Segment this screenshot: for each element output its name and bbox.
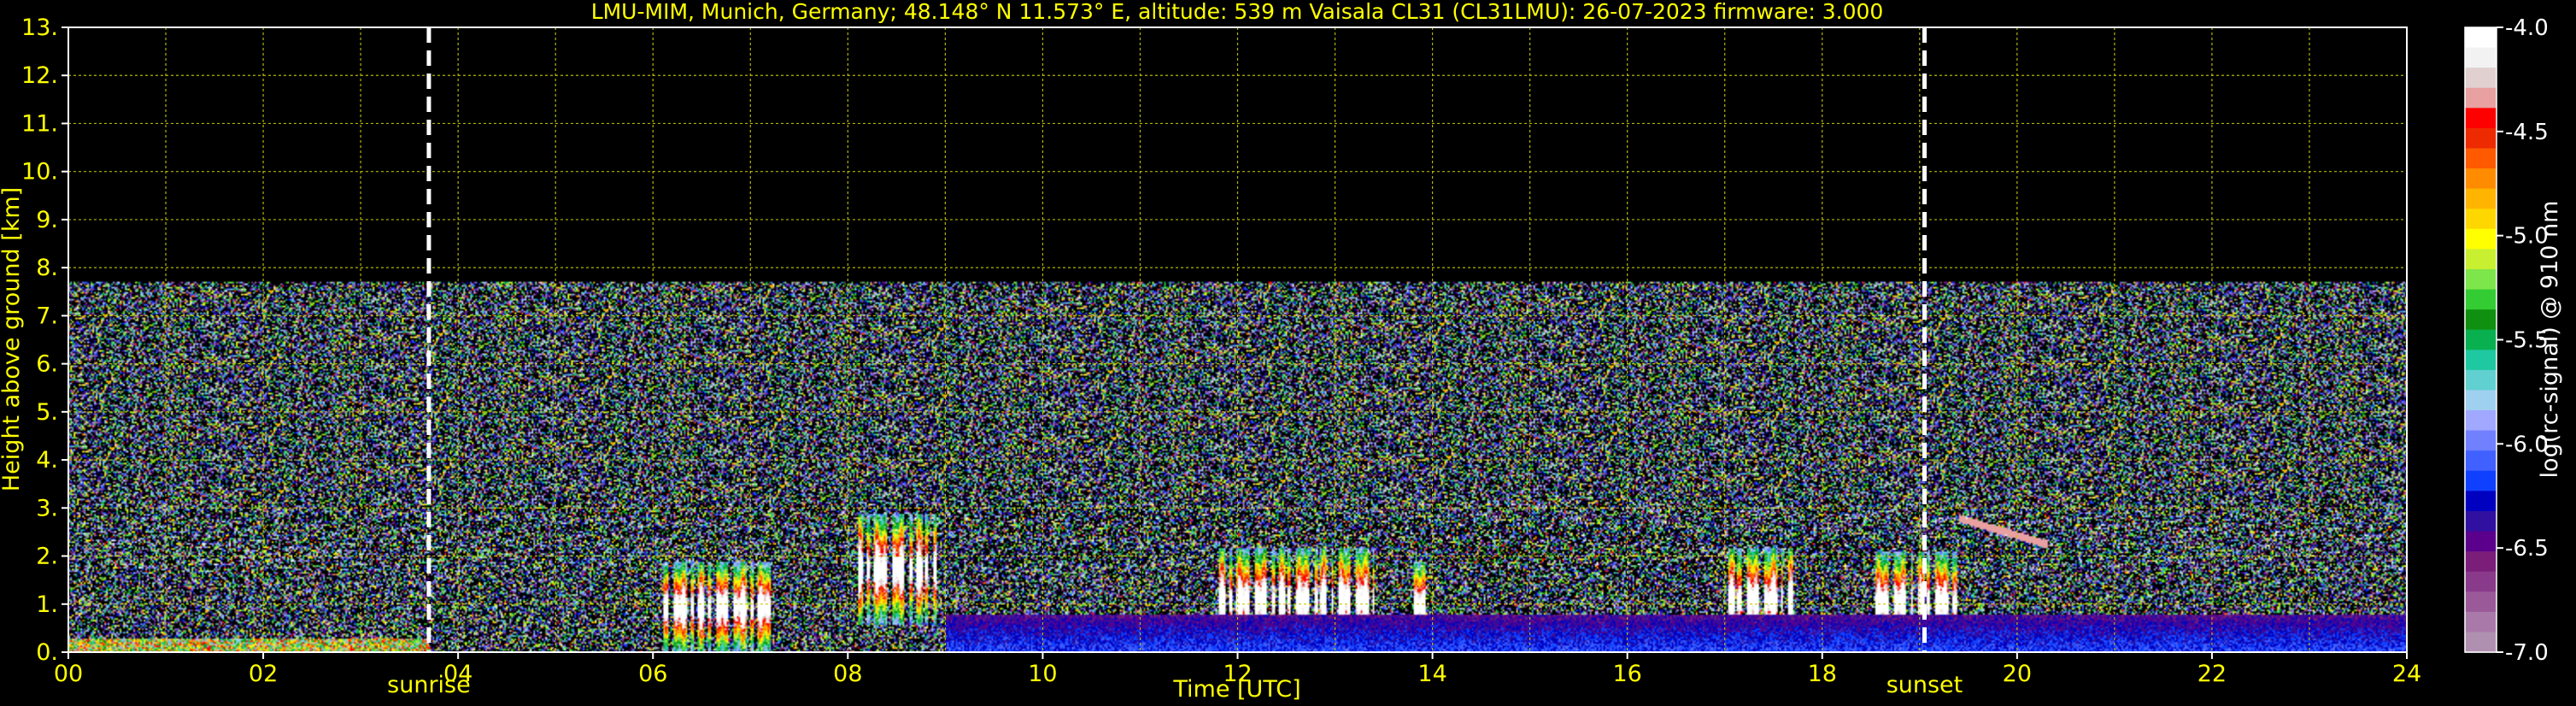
colorbar-swatch: [2465, 369, 2497, 391]
y-tick-label: 0.: [36, 639, 58, 666]
x-tick-label: 18: [1808, 661, 1837, 687]
colorbar-swatch: [2465, 148, 2497, 169]
colorbar-swatch: [2465, 289, 2497, 310]
colorbar-swatch: [2465, 430, 2497, 451]
x-axis-title: Time [UTC]: [1172, 676, 1300, 703]
colorbar-swatch: [2465, 329, 2497, 351]
colorbar-swatch: [2465, 611, 2497, 633]
y-tick-label: 13.: [21, 15, 58, 41]
colorbar-swatch: [2465, 108, 2497, 129]
colorbar-swatch: [2465, 531, 2497, 552]
colorbar-swatch: [2465, 390, 2497, 411]
annotation-label-sunset: sunset: [1887, 672, 1963, 698]
x-tick-label: 14: [1417, 661, 1446, 687]
colorbar-tick-label: -6.5: [2505, 536, 2549, 562]
ceilometer-chart: sunrise sunset 00 02 04 06 08 10 12 14 16 18 20 22 24…: [0, 0, 2576, 706]
colorbar-swatch: [2465, 591, 2497, 613]
colorbar-swatch: [2465, 47, 2497, 68]
y-tick-label: 4.: [36, 447, 58, 474]
colorbar-swatch: [2465, 350, 2497, 371]
y-axis-title: Height above ground [km]: [0, 187, 25, 491]
colorbar-swatch: [2465, 228, 2497, 250]
colorbar-swatch: [2465, 249, 2497, 270]
y-tick-label: 1.: [36, 591, 58, 618]
colorbar-swatch: [2465, 68, 2497, 89]
x-tick-label: 08: [833, 661, 862, 687]
colorbar-swatch: [2465, 268, 2497, 291]
colorbar-swatch: [2465, 127, 2497, 150]
colorbar-tick-label: -4.0: [2505, 15, 2549, 41]
colorbar-label: log(rc-signal) @ 910 nm: [2537, 201, 2563, 479]
colorbar-swatch: [2465, 632, 2497, 653]
colorbar-swatch: [2465, 491, 2497, 512]
colorbar-swatch: [2465, 470, 2497, 492]
colorbar-swatch: [2465, 551, 2497, 573]
y-tick-label: 9.: [36, 207, 58, 233]
colorbar-swatch: [2465, 87, 2497, 109]
colorbar-swatch: [2465, 168, 2497, 190]
colorbar-swatch: [2465, 188, 2497, 210]
x-tick-label: 20: [2003, 661, 2032, 687]
x-tick-label: 02: [249, 661, 278, 687]
colorbar-swatch: [2465, 209, 2497, 230]
x-tick-label: 24: [2392, 661, 2421, 687]
y-tick-label: 3.: [36, 495, 58, 521]
colorbar-swatch: [2465, 410, 2497, 432]
y-tick-label: 6.: [36, 351, 58, 378]
colorbar-tick-label: -7.0: [2505, 640, 2549, 666]
x-tick-label: 16: [1612, 661, 1641, 687]
y-tick-label: 10.: [21, 159, 58, 185]
y-tick-label: 8.: [36, 255, 58, 281]
y-tick-label: 7.: [36, 303, 58, 329]
colorbar-swatch: [2465, 450, 2497, 472]
y-tick-label: 11.: [21, 110, 58, 137]
x-tick-label: 22: [2198, 661, 2227, 687]
y-tick-label: 2.: [36, 544, 58, 570]
chart-title: LMU-MIM, Munich, Germany; 48.148° N 11.5…: [591, 0, 1884, 24]
y-tick-label: 5.: [36, 399, 58, 426]
x-tick-label: 06: [638, 661, 667, 687]
y-tick-label: 12.: [21, 62, 58, 89]
colorbar-swatch: [2465, 571, 2497, 593]
colorbar-swatch: [2465, 309, 2497, 331]
x-tick-label: 10: [1028, 661, 1057, 687]
colorbar-swatch: [2465, 510, 2497, 532]
colorbar-swatch: [2465, 27, 2497, 49]
x-tick-label: 04: [443, 661, 472, 687]
colorbar-tick-label: -4.5: [2505, 120, 2549, 145]
